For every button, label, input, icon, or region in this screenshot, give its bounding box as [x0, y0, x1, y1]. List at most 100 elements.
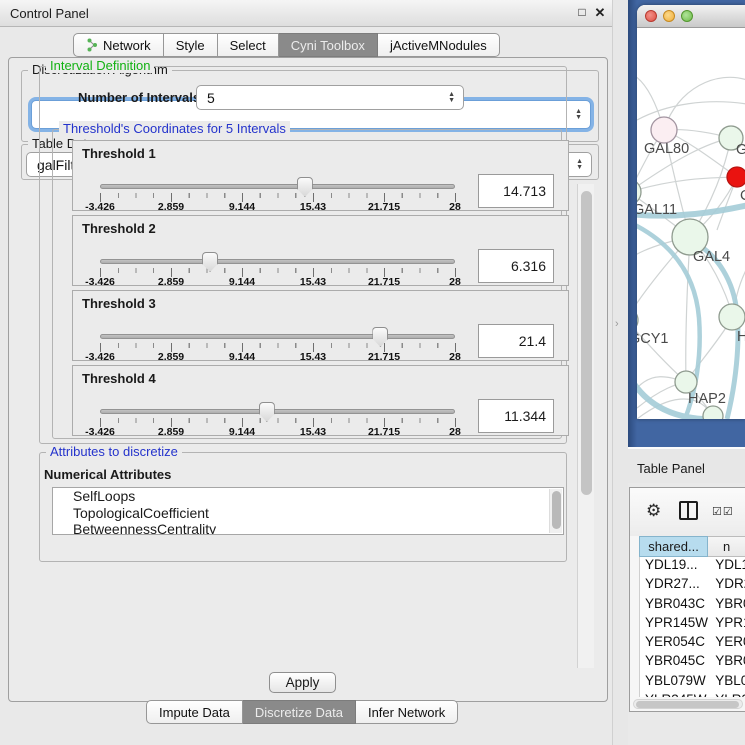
table-row[interactable]: YDL19...YDL1	[640, 557, 745, 576]
table-body[interactable]: YDL19...YDL1 YDR27...YDR2 YBR043CYBR0 YP…	[639, 557, 745, 697]
close-traffic-light-icon[interactable]	[645, 10, 657, 22]
threshold-1-panel: Threshold 1 -3.426 2.859 9.144 15.43 21.…	[72, 140, 569, 211]
minimize-traffic-light-icon[interactable]	[663, 10, 675, 22]
table-row[interactable]: YBL079WYBL0	[640, 673, 745, 692]
node-label: GA	[736, 142, 745, 158]
threshold-1-value-field[interactable]: 14.713	[478, 174, 554, 208]
tab-jactivemnodules[interactable]: jActiveMNodules	[378, 33, 500, 57]
tab-label: Infer Network	[368, 705, 445, 720]
attributes-group: Attributes to discretize Numerical Attri…	[39, 452, 567, 544]
settings-scrollbar[interactable]	[577, 184, 594, 668]
group-label: Interval Definition	[46, 58, 154, 73]
list-item[interactable]: BetweennessCentrality	[53, 521, 563, 535]
node-label: GAL4	[693, 249, 730, 265]
table-row[interactable]: YLR345WYLR3	[640, 692, 745, 697]
list-item[interactable]: SelfLoops	[53, 488, 563, 505]
tab-impute-data[interactable]: Impute Data	[146, 700, 243, 724]
network-window-titlebar	[637, 5, 745, 28]
node-label: GAL11	[637, 202, 677, 218]
scrollbar-thumb[interactable]	[636, 701, 739, 708]
tab-select[interactable]: Select	[218, 33, 279, 57]
split-pane-icon[interactable]	[679, 501, 698, 520]
tab-label: Impute Data	[159, 705, 230, 720]
interval-definition-group: Interval Definition Number of Intervals …	[39, 66, 567, 444]
network-canvas[interactable]: GAL80 GA C GAL11 GAL4 GCY1 H HAP2	[637, 28, 745, 419]
slider-track[interactable]	[100, 259, 455, 264]
pane-divider[interactable]: ›	[612, 0, 628, 745]
table-panel: ⚙ ☑☑ shared... n YDL19...YDL1 YDR27...YD…	[629, 487, 745, 712]
network-window[interactable]: GAL80 GA C GAL11 GAL4 GCY1 H HAP2	[637, 5, 745, 419]
top-tab-bar: Network Style Select Cyni Toolbox jActiv…	[73, 33, 500, 57]
table-horizontal-scrollbar[interactable]	[633, 699, 743, 709]
threshold-3-value-field[interactable]: 21.4	[478, 324, 554, 358]
tick-label: 2.859	[158, 201, 184, 213]
list-scrollbar[interactable]	[549, 489, 562, 533]
node-label: C	[740, 188, 745, 204]
node-gal80[interactable]	[651, 117, 677, 143]
tab-label: Cyni Toolbox	[291, 38, 365, 53]
stepper-icons: ▲▼	[576, 153, 583, 176]
numerical-attributes-list[interactable]: SelfLoops TopologicalCoefficient Between…	[52, 487, 564, 535]
node-table: shared... n YDL19...YDL1 YDR27...YDR2 YB…	[639, 536, 745, 697]
threshold-2-panel: Threshold 2 -3.426 2.859 9.144 15.43 21.…	[72, 215, 569, 286]
table-toolbar: ⚙ ☑☑	[630, 488, 745, 536]
threshold-3-panel: Threshold 3 -3.426 2.859 9.144 15.43 21.…	[72, 290, 569, 361]
panel-title: Control Panel	[10, 6, 89, 21]
table-row[interactable]: YER054CYER0	[640, 634, 745, 653]
tab-label: Select	[230, 38, 266, 53]
node-label: GAL80	[644, 141, 689, 157]
node-gcy1[interactable]	[637, 308, 638, 332]
table-panel-title: Table Panel	[637, 461, 705, 476]
thresholds-group: Threshold's Coordinates for 5 Intervals …	[52, 129, 562, 439]
threshold-2-value-field[interactable]: 6.316	[478, 249, 554, 283]
table-row[interactable]: YBR043CYBR0	[640, 596, 745, 615]
slider-track[interactable]	[100, 184, 455, 189]
tab-style[interactable]: Style	[164, 33, 218, 57]
table-row[interactable]: YBR045CYBR0	[640, 653, 745, 672]
table-panel-header: Table Panel	[628, 447, 745, 483]
threshold-label: Threshold 3	[82, 296, 156, 311]
threshold-label: Threshold 2	[82, 221, 156, 236]
column-header-name[interactable]: n	[708, 536, 745, 557]
node-label: GCY1	[637, 331, 669, 347]
stepper-icons: ▲▼	[448, 86, 455, 109]
gear-icon[interactable]: ⚙	[646, 501, 661, 521]
node-h[interactable]	[719, 304, 745, 330]
threshold-4-value-field[interactable]: 11.344	[478, 399, 554, 433]
column-header-shared[interactable]: shared...	[639, 536, 708, 557]
control-panel-titlebar: Control Panel □ ✕	[0, 0, 612, 27]
node-label: H	[737, 329, 745, 345]
divider-handle-icon[interactable]: ›	[615, 318, 619, 330]
tab-label: Style	[176, 38, 205, 53]
tab-infer-network[interactable]: Infer Network	[356, 700, 458, 724]
number-of-intervals-label: Number of Intervals	[78, 90, 200, 105]
tab-cyni-toolbox[interactable]: Cyni Toolbox	[279, 33, 378, 57]
network-graph: GAL80 GA C GAL11 GAL4 GCY1 H HAP2	[637, 28, 745, 419]
tick-label: 21.715	[368, 201, 400, 213]
node-red[interactable]	[727, 167, 745, 187]
slider-track[interactable]	[100, 409, 455, 414]
tab-label: Discretize Data	[255, 705, 343, 720]
close-icon[interactable]: ✕	[592, 5, 608, 21]
list-item[interactable]: TopologicalCoefficient	[53, 505, 563, 522]
node-hap2[interactable]	[675, 371, 697, 393]
numerical-attributes-label: Numerical Attributes	[44, 467, 171, 482]
threshold-label: Threshold 1	[82, 146, 156, 161]
tick-label: 9.144	[229, 201, 255, 213]
float-icon[interactable]: □	[574, 5, 590, 19]
number-of-intervals-combobox[interactable]: 5 ▲▼	[196, 85, 464, 110]
table-row[interactable]: YDR27...YDR2	[640, 576, 745, 595]
apply-button[interactable]: Apply	[269, 672, 336, 693]
node-label: HAP2	[688, 391, 726, 407]
threshold-4-panel: Threshold 4 -3.426 2.859 9.144 15.43 21.…	[72, 365, 569, 436]
tab-discretize-data[interactable]: Discretize Data	[243, 700, 356, 724]
bottom-tab-bar: Impute Data Discretize Data Infer Networ…	[146, 700, 458, 724]
cyni-toolbox-panel: Discretization Algorithm ▲▼ Table Data g…	[8, 57, 608, 702]
table-row[interactable]: YPR145WYPR1	[640, 615, 745, 634]
select-columns-icon[interactable]: ☑☑	[712, 505, 734, 518]
scrollbar-thumb[interactable]	[581, 191, 592, 495]
tab-label: Network	[103, 38, 151, 53]
tab-network[interactable]: Network	[73, 33, 164, 57]
zoom-traffic-light-icon[interactable]	[681, 10, 693, 22]
slider-track[interactable]	[100, 334, 455, 339]
